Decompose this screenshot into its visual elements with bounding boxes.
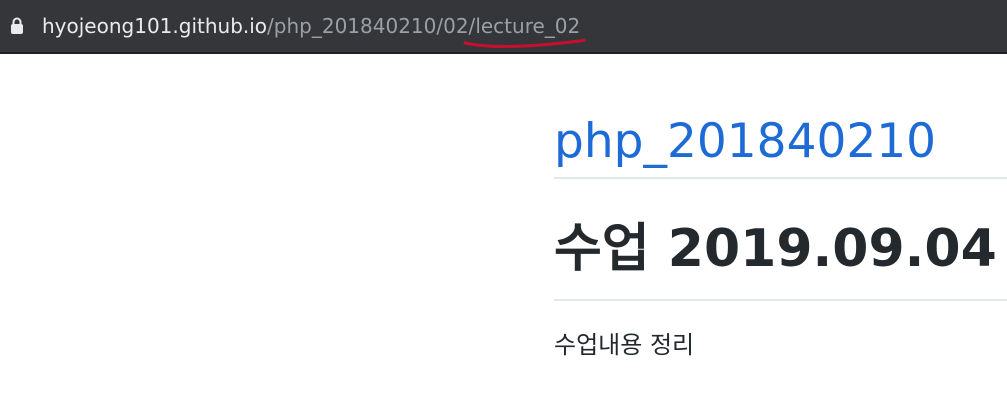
address-bar[interactable]: hyojeong101.github.io/php_201840210/02/l… (0, 0, 1007, 52)
browser-toolbar: hyojeong101.github.io/php_201840210/02/l… (0, 0, 1007, 54)
body-text: 수업내용 정리 (554, 331, 695, 359)
red-underline-annotation (463, 38, 586, 48)
page-title: 수업 2019.09.04 (554, 219, 997, 279)
url-path: /php_201840210/02/ (267, 14, 476, 38)
site-title-link[interactable]: php_201840210 (554, 114, 1007, 170)
page-content: php_201840210 수업 2019.09.04 수업내용 정리 (554, 56, 1007, 361)
url-path-highlighted: lecture_02 (475, 14, 581, 38)
lock-icon[interactable] (10, 17, 24, 35)
divider (554, 299, 1007, 301)
url-host: hyojeong101.github.io (42, 14, 268, 38)
divider (554, 177, 1007, 179)
